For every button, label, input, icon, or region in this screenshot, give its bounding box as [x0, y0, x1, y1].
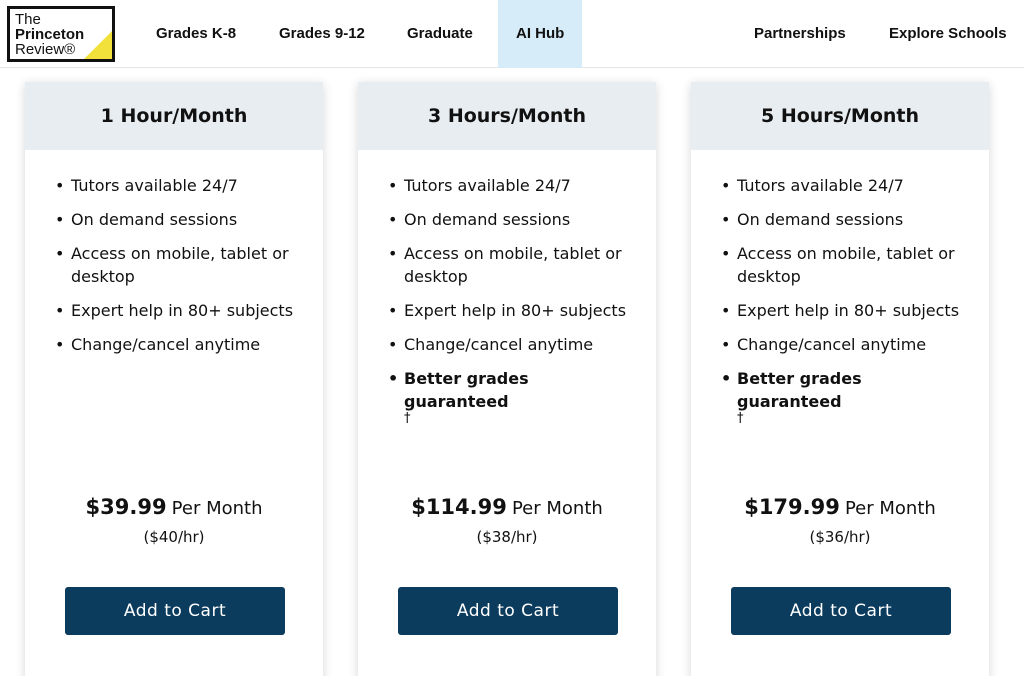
guarantee-text: Better grades guaranteed — [404, 369, 529, 411]
plan-price: $179.99 Per Month ($36/hr) — [691, 492, 989, 548]
price-period: Per Month — [844, 498, 936, 519]
price-period: Per Month — [511, 498, 603, 519]
feature-item: On demand sessions — [55, 208, 299, 231]
add-to-cart-button[interactable]: Add to Cart — [398, 587, 618, 635]
feature-item: Change/cancel anytime — [721, 333, 965, 356]
price-amount: $179.99 — [744, 495, 840, 519]
nav-partnerships[interactable]: Partnerships — [754, 0, 846, 68]
feature-item: Expert help in 80+ subjects — [55, 299, 299, 322]
plan-feature-list: Tutors available 24/7 On demand sessions… — [25, 174, 323, 356]
hourly-rate: ($38/hr) — [476, 528, 538, 546]
feature-item: Tutors available 24/7 — [388, 174, 632, 197]
guarantee-text: Better grades guaranteed — [737, 369, 862, 411]
feature-item: Access on mobile, tablet or desktop — [55, 242, 299, 288]
dagger-footnote-mark: † — [404, 411, 411, 426]
nav-graduate[interactable]: Graduate — [407, 0, 473, 68]
logo-line-1: The — [15, 11, 41, 28]
plan-feature-list: Tutors available 24/7 On demand sessions… — [691, 174, 989, 425]
princeton-review-logo[interactable]: The Princeton Review® — [7, 6, 115, 62]
feature-item: Expert help in 80+ subjects — [388, 299, 632, 322]
plan-card-3-hours: 3 Hours/Month Tutors available 24/7 On d… — [358, 82, 656, 676]
plan-price: $39.99 Per Month ($40/hr) — [25, 492, 323, 548]
plan-title: 5 Hours/Month — [691, 82, 989, 150]
feature-item: Access on mobile, tablet or desktop — [721, 242, 965, 288]
feature-item: On demand sessions — [721, 208, 965, 231]
plan-title: 1 Hour/Month — [25, 82, 323, 150]
feature-item: Access on mobile, tablet or desktop — [388, 242, 632, 288]
plan-card-1-hour: 1 Hour/Month Tutors available 24/7 On de… — [25, 82, 323, 676]
logo-line-2: Princeton — [15, 26, 85, 43]
nav-ai-hub[interactable]: AI Hub — [498, 0, 583, 68]
price-period: Per Month — [171, 498, 263, 519]
nav-grades-9-12[interactable]: Grades 9-12 — [279, 0, 365, 68]
feature-item: On demand sessions — [388, 208, 632, 231]
site-header: The Princeton Review® Grades K-8 Grades … — [0, 0, 1024, 68]
feature-item: Change/cancel anytime — [55, 333, 299, 356]
plan-card-5-hours: 5 Hours/Month Tutors available 24/7 On d… — [691, 82, 989, 676]
guarantee-item: Better grades guaranteed† — [721, 367, 965, 425]
plan-feature-list: Tutors available 24/7 On demand sessions… — [358, 174, 656, 425]
dagger-footnote-mark: † — [737, 411, 744, 426]
plan-price: $114.99 Per Month ($38/hr) — [358, 492, 656, 548]
logo-line-3: Review® — [15, 41, 76, 58]
hourly-rate: ($36/hr) — [809, 528, 871, 546]
add-to-cart-button[interactable]: Add to Cart — [65, 587, 285, 635]
price-amount: $114.99 — [411, 495, 507, 519]
nav-explore-schools[interactable]: Explore Schools — [889, 0, 1007, 68]
add-to-cart-button[interactable]: Add to Cart — [731, 587, 951, 635]
feature-item: Change/cancel anytime — [388, 333, 632, 356]
hourly-rate: ($40/hr) — [143, 528, 205, 546]
feature-item: Tutors available 24/7 — [55, 174, 299, 197]
guarantee-item: Better grades guaranteed† — [388, 367, 632, 425]
feature-item: Expert help in 80+ subjects — [721, 299, 965, 322]
feature-item: Tutors available 24/7 — [721, 174, 965, 197]
nav-grades-k-8[interactable]: Grades K-8 — [156, 0, 236, 68]
plan-title: 3 Hours/Month — [358, 82, 656, 150]
price-amount: $39.99 — [85, 495, 167, 519]
logo-yellow-triangle — [83, 30, 112, 59]
